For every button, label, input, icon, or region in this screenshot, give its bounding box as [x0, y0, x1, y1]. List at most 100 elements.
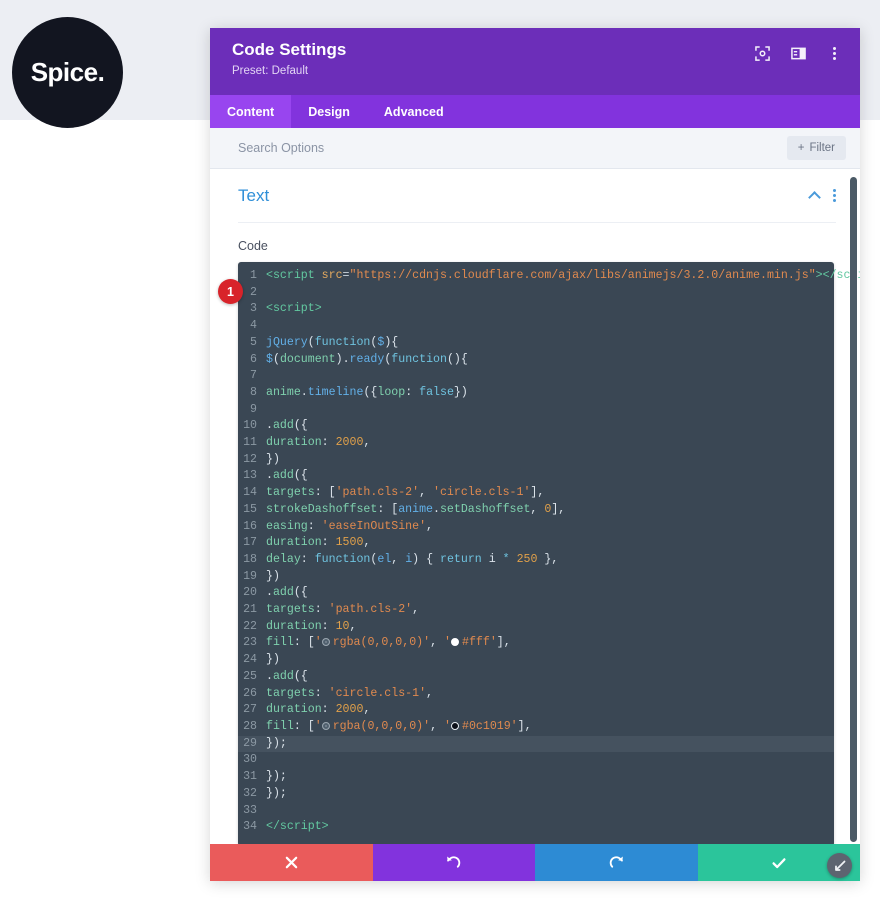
- modal-scrollbar[interactable]: [850, 177, 857, 842]
- code-line[interactable]: 32});: [238, 786, 834, 803]
- code-text: $(document).ready(function(){: [266, 352, 468, 366]
- code-line[interactable]: 15 strokeDashoffset: [anime.setDashoffset…: [238, 502, 834, 519]
- code-line[interactable]: 21 targets: 'path.cls-2',: [238, 602, 834, 619]
- code-line[interactable]: 9: [238, 402, 834, 419]
- line-number: 24: [243, 653, 257, 667]
- close-icon: [285, 856, 298, 869]
- code-line[interactable]: 28 fill: [' rgba(0,0,0,0)', ' #0c1019'],: [238, 719, 834, 736]
- code-line[interactable]: 12}): [238, 452, 834, 469]
- code-line[interactable]: 18 delay: function(el, i) { return i * 25…: [238, 552, 834, 569]
- code-line[interactable]: 20 .add({: [238, 585, 834, 602]
- code-text: duration: 2000,: [266, 703, 371, 717]
- code-line[interactable]: 2: [238, 285, 834, 302]
- modal-footer: [210, 844, 860, 881]
- code-text: targets: 'circle.cls-1',: [266, 686, 433, 700]
- screen: Spice. Code Settings Preset: Default Con…: [0, 0, 880, 905]
- line-number: 4: [250, 319, 257, 333]
- layout-icon[interactable]: [790, 45, 806, 61]
- code-line[interactable]: 8 anime.timeline({loop: false}): [238, 385, 834, 402]
- tab-content[interactable]: Content: [210, 95, 292, 128]
- resize-handle[interactable]: [827, 853, 852, 878]
- line-number: 29: [243, 736, 257, 750]
- search-input[interactable]: [238, 141, 787, 155]
- code-line[interactable]: 16 easing: 'easeInOutSine',: [238, 519, 834, 536]
- line-number: 32: [243, 786, 257, 800]
- code-line[interactable]: 4: [238, 318, 834, 335]
- spice-logo-text: Spice.: [30, 57, 105, 87]
- line-number: 16: [243, 519, 257, 533]
- code-text: duration: 10,: [266, 619, 357, 633]
- code-text: <script src="https://cdnjs.cloudflare.co…: [266, 269, 860, 282]
- code-line[interactable]: 10 .add({: [238, 418, 834, 435]
- line-number: 19: [243, 569, 257, 583]
- code-line[interactable]: 6 $(document).ready(function(){: [238, 352, 834, 369]
- line-number: 34: [243, 820, 257, 834]
- section-more-options-icon[interactable]: [833, 189, 836, 202]
- filter-button-label: Filter: [809, 142, 835, 154]
- line-number: 15: [243, 502, 257, 516]
- line-number: 13: [243, 469, 257, 483]
- code-text: targets: ['path.cls-2', 'circle.cls-1'],: [266, 486, 545, 500]
- tab-design[interactable]: Design: [291, 95, 367, 128]
- more-options-icon[interactable]: [826, 45, 842, 61]
- code-line[interactable]: 30: [238, 752, 834, 769]
- code-line[interactable]: 29});: [238, 735, 834, 753]
- code-line[interactable]: 31});: [238, 769, 834, 786]
- code-line[interactable]: 34 </script>: [238, 819, 834, 836]
- tab-advanced[interactable]: Advanced: [367, 95, 461, 128]
- code-line[interactable]: 33: [238, 803, 834, 820]
- code-text: strokeDashoffset: [anime.setDashoffset, …: [266, 502, 566, 516]
- line-number: 12: [243, 452, 257, 466]
- line-number: 3: [250, 302, 257, 316]
- line-number: 26: [243, 686, 257, 700]
- line-number: 17: [243, 536, 257, 550]
- line-number: 5: [250, 335, 257, 349]
- focus-icon[interactable]: [754, 45, 770, 61]
- code-line[interactable]: 7: [238, 368, 834, 385]
- line-number: 25: [243, 669, 257, 683]
- code-line[interactable]: 25 .add({: [238, 669, 834, 686]
- code-line[interactable]: 24}): [238, 652, 834, 669]
- code-text: </script>: [266, 820, 329, 834]
- code-line[interactable]: 17 duration: 1500,: [238, 535, 834, 552]
- code-line[interactable]: 27 duration: 2000,: [238, 702, 834, 719]
- search-options-bar: + Filter: [210, 128, 860, 169]
- code-line[interactable]: 5 jQuery(function($){: [238, 335, 834, 352]
- plus-icon: +: [797, 142, 805, 154]
- code-text: }): [266, 653, 280, 667]
- undo-button[interactable]: [372, 844, 535, 881]
- redo-button[interactable]: [535, 844, 698, 881]
- code-text: delay: function(el, i) { return i * 250 …: [266, 552, 559, 566]
- code-text: .add({: [266, 586, 308, 600]
- filter-button[interactable]: + Filter: [786, 136, 846, 160]
- code-text: jQuery(function($){: [266, 335, 399, 349]
- step-badge: 1: [218, 279, 243, 304]
- code-text: duration: 2000,: [266, 436, 371, 450]
- modal-tabs: Content Design Advanced: [210, 95, 860, 128]
- code-line[interactable]: 26 targets: 'circle.cls-1',: [238, 686, 834, 703]
- code-line[interactable]: 1 <script src="https://cdnjs.cloudflare.c…: [238, 268, 860, 285]
- preset-selector[interactable]: Preset: Default: [232, 63, 842, 80]
- cancel-button[interactable]: [210, 844, 373, 881]
- code-line[interactable]: 19}): [238, 569, 834, 586]
- code-text: .add({: [266, 419, 308, 433]
- line-number: 28: [243, 719, 257, 733]
- line-number: 30: [243, 753, 257, 767]
- check-icon: [772, 857, 786, 868]
- code-text: targets: 'path.cls-2',: [266, 603, 420, 617]
- code-line[interactable]: 22 duration: 10,: [238, 619, 834, 636]
- code-text: anime.timeline({loop: false}): [266, 385, 468, 399]
- code-line[interactable]: 13 .add({: [238, 468, 834, 485]
- chevron-up-icon[interactable]: [808, 190, 821, 204]
- code-text: duration: 1500,: [266, 536, 371, 550]
- line-number: 20: [243, 586, 257, 600]
- undo-icon: [447, 856, 461, 868]
- section-title: Text: [238, 185, 270, 205]
- line-number: 11: [243, 436, 257, 450]
- step-badge-number: 1: [227, 284, 234, 299]
- code-line[interactable]: 23 fill: [' rgba(0,0,0,0)', ' #fff'],: [238, 635, 834, 652]
- code-editor[interactable]: 1 <script src="https://cdnjs.cloudflare.c…: [238, 262, 860, 844]
- code-line[interactable]: 3 <script>: [238, 301, 834, 318]
- code-line[interactable]: 14 targets: ['path.cls-2', 'circle.cls-1'…: [238, 485, 834, 502]
- code-line[interactable]: 11 duration: 2000,: [238, 435, 834, 452]
